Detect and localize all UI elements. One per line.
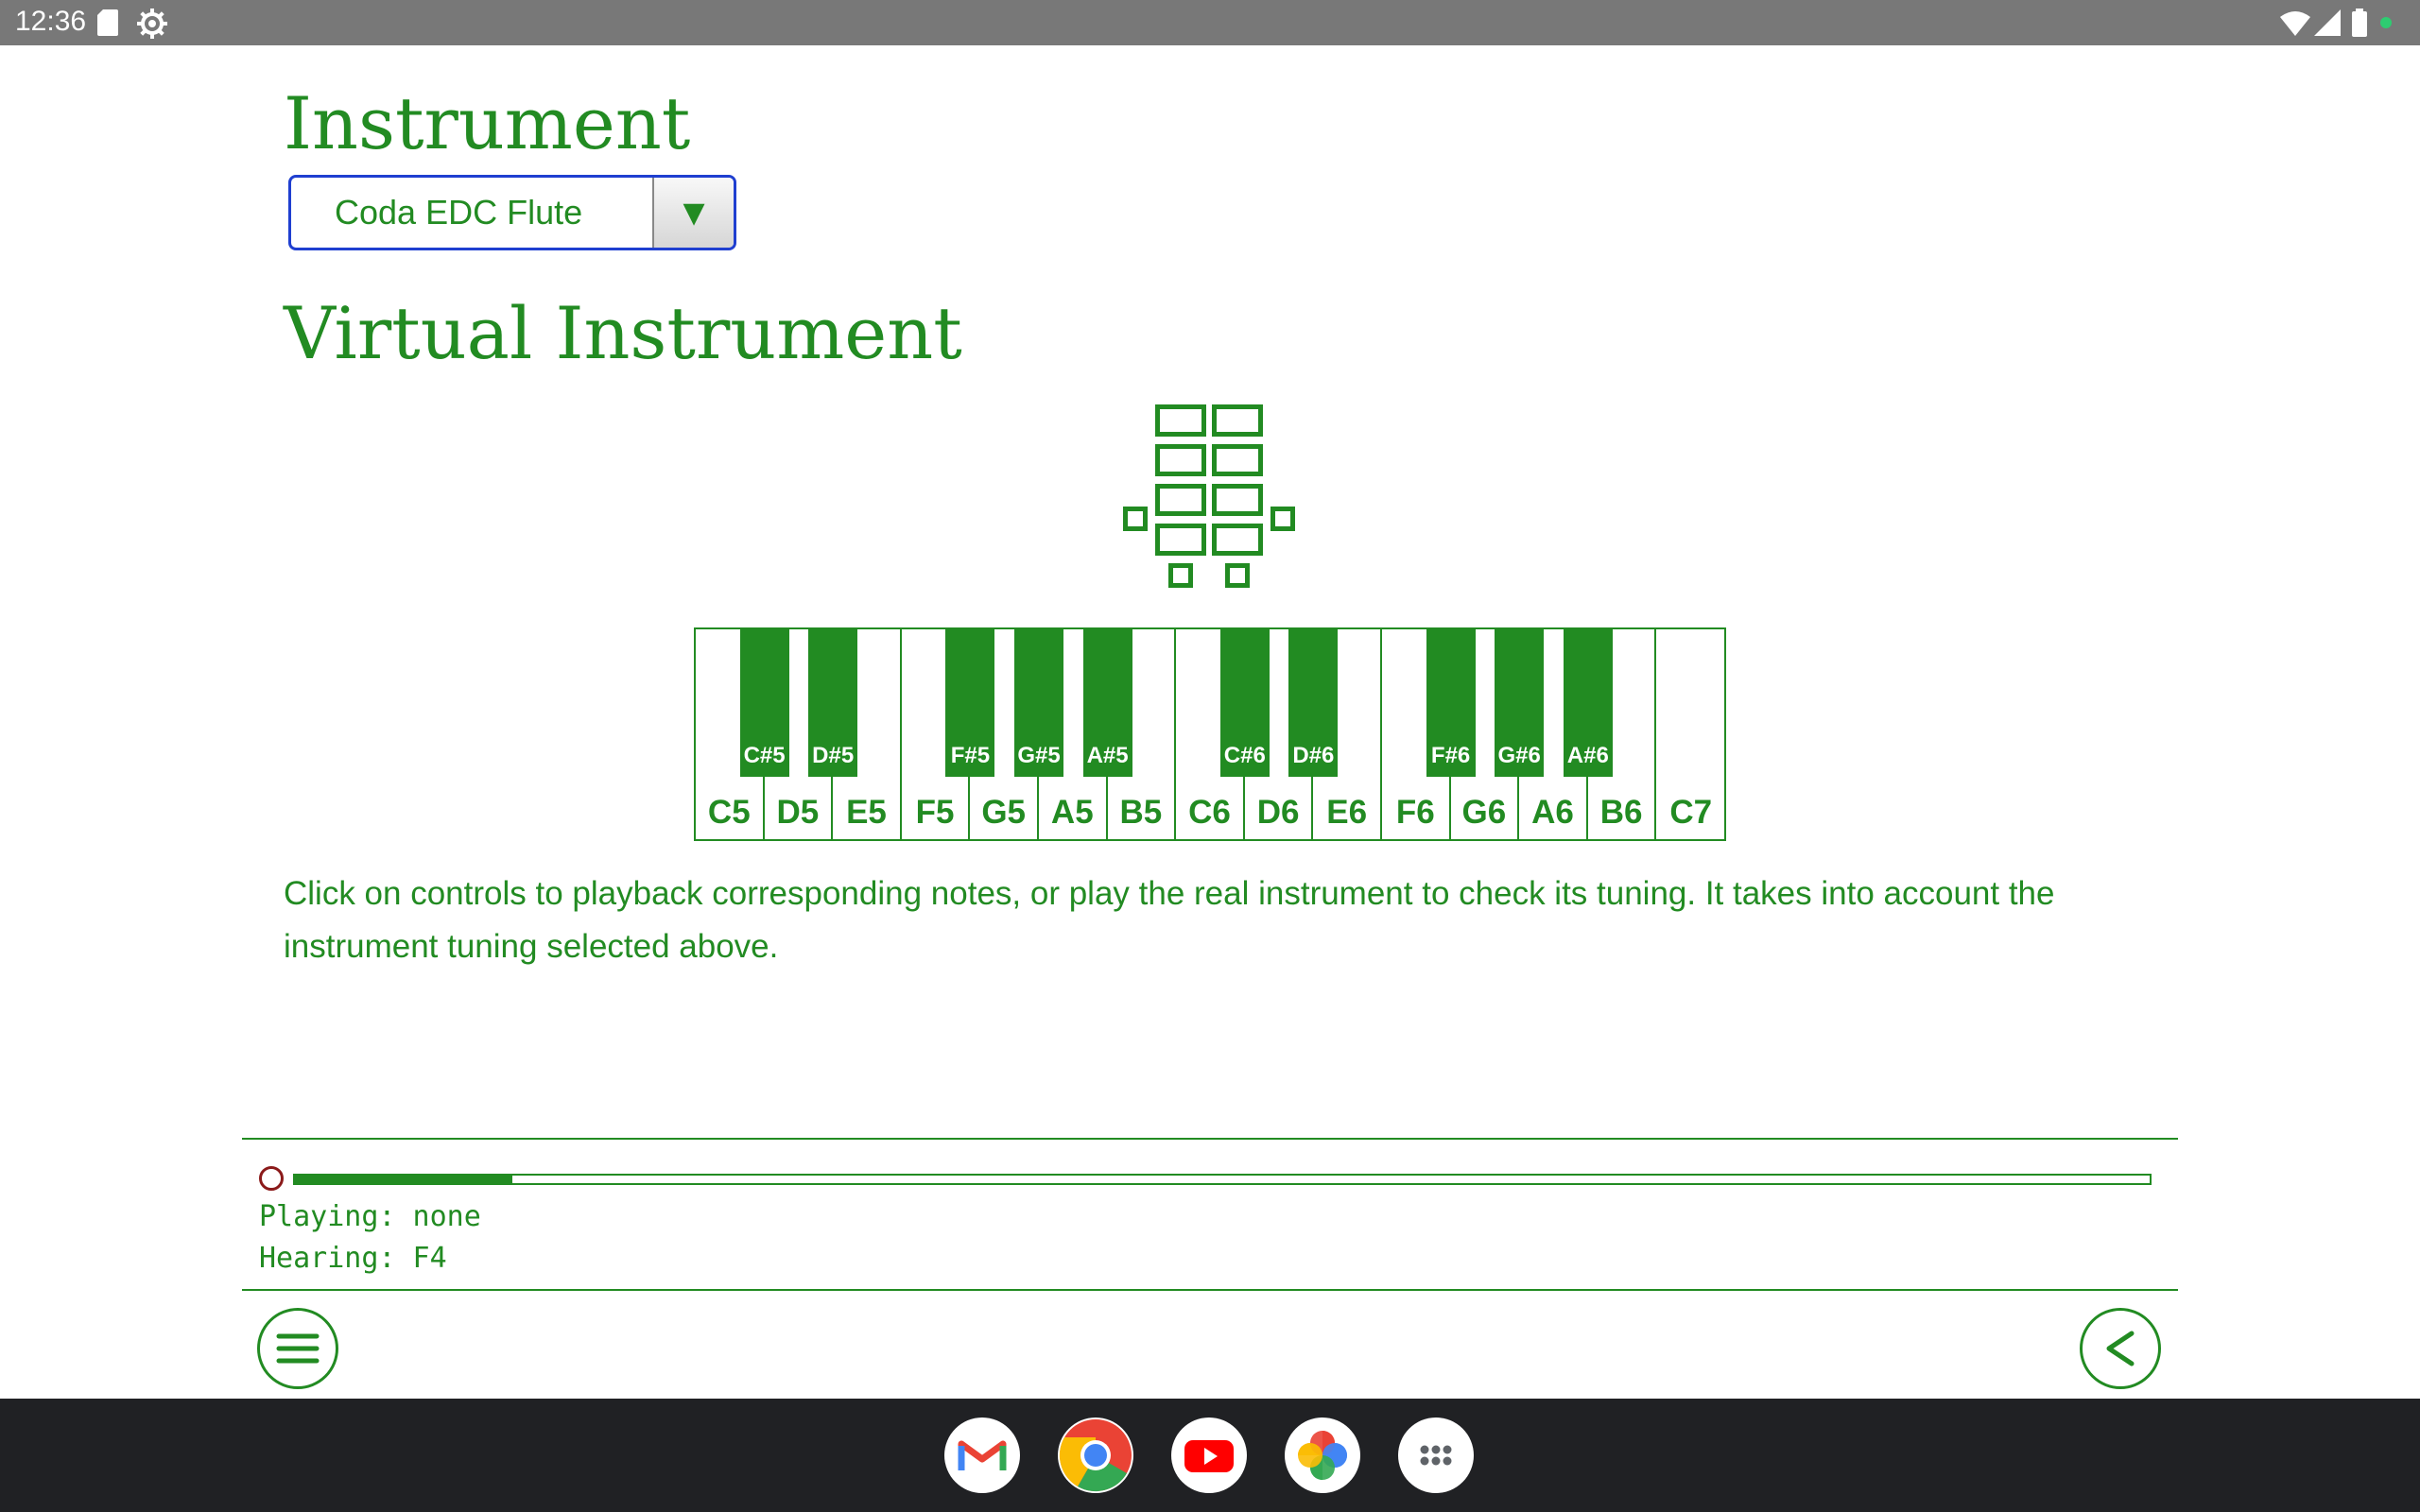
white-key-label: E5 <box>846 794 887 831</box>
divider <box>242 1138 2178 1140</box>
white-key-label: D5 <box>776 794 820 831</box>
flute-side-key[interactable] <box>1123 507 1148 531</box>
black-key[interactable]: G#6 <box>1495 629 1545 777</box>
flute-foot-key[interactable] <box>1168 563 1193 588</box>
flute-side-key[interactable] <box>1270 507 1295 531</box>
white-key-label: D6 <box>1256 794 1300 831</box>
flute-key[interactable] <box>1155 444 1206 476</box>
wifi-icon <box>2280 11 2310 36</box>
white-key-label: F5 <box>915 794 955 831</box>
white-key-label: C7 <box>1669 794 1713 831</box>
black-key-label: F#6 <box>1430 743 1471 768</box>
flute-key[interactable] <box>1212 524 1263 556</box>
black-key[interactable]: C#6 <box>1219 629 1270 777</box>
flute-key[interactable] <box>1212 404 1263 437</box>
black-key[interactable]: D#6 <box>1288 629 1339 777</box>
white-key-label: G5 <box>981 794 1027 831</box>
black-key[interactable]: C#5 <box>739 629 789 777</box>
divider <box>242 1289 2178 1291</box>
chevron-left-icon <box>2106 1331 2135 1366</box>
record-indicator-icon[interactable] <box>259 1166 284 1191</box>
hearing-status: Hearing: F4 <box>259 1242 447 1275</box>
instructions-text: Click on controls to playback correspond… <box>284 875 2055 965</box>
flute-key[interactable] <box>1212 444 1263 476</box>
black-key[interactable]: A#5 <box>1082 629 1132 777</box>
sd-card-icon <box>97 9 118 36</box>
hamburger-menu-icon <box>276 1333 320 1364</box>
black-key-label: D#6 <box>1292 743 1335 768</box>
white-key-label: C5 <box>707 794 751 831</box>
taskbar <box>0 1399 2420 1512</box>
gmail-icon[interactable] <box>944 1418 1020 1493</box>
playing-status: Playing: none <box>259 1200 481 1233</box>
black-key[interactable]: A#6 <box>1563 629 1613 777</box>
black-key[interactable]: F#5 <box>945 629 995 777</box>
piano-keyboard: C5 D5 E5 F5 G5 A5 B5 C6 D6 E6 F6 G6 A6 B6 C7 C#5 D#5 F#5… <box>694 627 1726 841</box>
black-key-label: G#6 <box>1497 743 1541 768</box>
instrument-select-value: Coda EDC Flute <box>335 193 583 232</box>
status-time: 12:36 <box>15 6 87 37</box>
white-key-label: C6 <box>1188 794 1231 831</box>
flute-foot-key[interactable] <box>1225 563 1250 588</box>
notification-dot-icon <box>2380 17 2392 28</box>
status-bar: 12:36 <box>0 0 2420 45</box>
black-key-label: C#5 <box>743 743 786 768</box>
audio-level-fill <box>295 1176 512 1183</box>
flute-key[interactable] <box>1155 524 1206 556</box>
black-key[interactable]: G#5 <box>1014 629 1063 777</box>
white-key-label: B6 <box>1599 794 1643 831</box>
flute-key[interactable] <box>1155 484 1206 516</box>
photos-icon[interactable] <box>1285 1418 1360 1493</box>
flute-key[interactable] <box>1212 484 1263 516</box>
black-key-label: A#6 <box>1566 743 1609 768</box>
white-key[interactable]: C7 <box>1656 629 1725 839</box>
youtube-icon[interactable] <box>1171 1418 1247 1493</box>
white-key-label: E6 <box>1326 794 1368 831</box>
app-launcher-icon[interactable] <box>1398 1418 1474 1493</box>
white-key-label: A6 <box>1531 794 1574 831</box>
black-key-label: F#5 <box>950 743 991 768</box>
black-key[interactable]: F#6 <box>1426 629 1476 777</box>
white-key-label: F6 <box>1395 794 1435 831</box>
audio-level-bar <box>293 1174 2152 1185</box>
flute-key[interactable] <box>1155 404 1206 437</box>
instrument-select[interactable]: Coda EDC Flute ▼ <box>288 175 736 250</box>
chevron-down-icon[interactable]: ▼ <box>652 178 734 248</box>
virtual-instrument-heading: Virtual Instrument <box>284 291 962 375</box>
instrument-heading: Instrument <box>284 81 691 165</box>
settings-gear-icon <box>137 9 167 39</box>
black-key-label: D#5 <box>812 743 855 768</box>
black-key-label: G#5 <box>1017 743 1061 768</box>
black-key[interactable]: D#5 <box>808 629 858 777</box>
black-key-label: A#5 <box>1086 743 1129 768</box>
white-key-label: A5 <box>1050 794 1094 831</box>
back-button[interactable] <box>2080 1308 2161 1389</box>
battery-icon <box>2352 9 2367 37</box>
flute-fingering-diagram <box>1115 397 1305 595</box>
white-key-label: G6 <box>1461 794 1507 831</box>
white-key-label: B5 <box>1119 794 1163 831</box>
chrome-icon[interactable] <box>1058 1418 1133 1493</box>
signal-icon <box>2314 9 2341 36</box>
black-key-label: C#6 <box>1223 743 1266 768</box>
menu-button[interactable] <box>257 1308 338 1389</box>
